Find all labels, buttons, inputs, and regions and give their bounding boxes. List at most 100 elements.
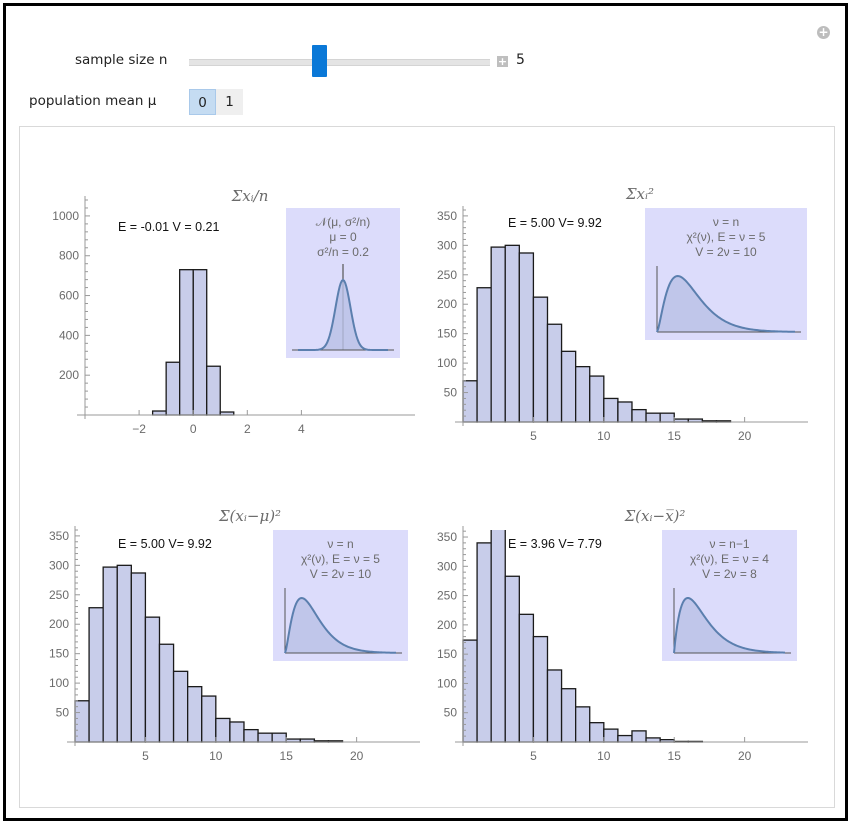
y-tick-label: 300 xyxy=(437,559,457,573)
histogram-bar xyxy=(631,730,647,743)
y-tick-label: 400 xyxy=(59,328,79,342)
histogram-bar xyxy=(151,410,167,416)
y-tick-label: 600 xyxy=(59,289,79,303)
histogram-bar xyxy=(645,412,661,423)
y-tick-label: 250 xyxy=(49,588,69,602)
y-tick-label: 1000 xyxy=(52,209,79,223)
y-tick-label: 50 xyxy=(444,386,458,400)
histogram-grid: 200 400 600 800 1000 −2 0 2 4 Σxᵢ/n E = -0.01 V = … xyxy=(49,185,808,763)
distribution-inset: ν = nχ²(ν), E = ν = 5V = 2ν = 10 xyxy=(645,208,807,340)
histogram-bar xyxy=(546,323,563,423)
y-tick-label: 200 xyxy=(437,297,457,311)
histogram-bar xyxy=(257,732,273,743)
plot-title: Σ(xᵢ−μ)² xyxy=(218,507,281,525)
inset-formula-line: 𝒩(μ, σ²/n) xyxy=(316,215,370,229)
y-tick-label: 350 xyxy=(49,529,69,543)
y-tick-label: 100 xyxy=(49,676,69,690)
histogram-plot-3: 50 100 150 200 250 300 350 5 10 15 20 Σ(xᵢ−μ)² E = 5… xyxy=(49,507,420,763)
histogram-bar xyxy=(476,287,492,423)
y-tick-label: 150 xyxy=(437,327,457,341)
histogram-bar xyxy=(192,269,208,416)
inset-formula-line: μ = 0 xyxy=(329,230,357,244)
y-tick-label: 200 xyxy=(49,617,69,631)
histogram-bar xyxy=(575,365,591,423)
x-tick-label: 15 xyxy=(668,749,682,763)
inset-formula-line: χ²(ν), E = ν = 4 xyxy=(690,552,769,566)
y-tick-label: 250 xyxy=(437,268,457,282)
y-tick-label: 200 xyxy=(437,618,457,632)
histogram-bar xyxy=(165,361,181,416)
histogram-bar xyxy=(546,669,563,743)
x-tick-label: −2 xyxy=(132,422,146,436)
x-tick-label: 10 xyxy=(597,429,611,443)
histogram-bar xyxy=(518,252,535,423)
histogram-bar xyxy=(490,246,506,423)
histogram-bar xyxy=(603,728,619,743)
plot-stats: E = 3.96 V= 7.79 xyxy=(508,537,602,551)
histogram-bar xyxy=(560,688,577,743)
x-tick-label: 20 xyxy=(738,429,752,443)
histogram-bar xyxy=(116,564,132,743)
y-tick-label: 350 xyxy=(437,530,457,544)
y-tick-label: 150 xyxy=(49,647,69,661)
histogram-bar xyxy=(130,572,147,743)
x-tick-label: 10 xyxy=(597,749,611,763)
x-tick-label: 5 xyxy=(530,749,537,763)
histogram-bar xyxy=(243,728,259,743)
inset-formula-line: V = 2ν = 10 xyxy=(310,567,372,581)
y-tick-label: 350 xyxy=(437,209,457,223)
histogram-bar xyxy=(603,397,619,423)
histogram-bar xyxy=(518,613,535,743)
x-tick-label: 20 xyxy=(738,749,752,763)
histogram-bar xyxy=(532,296,549,423)
histogram-bar xyxy=(179,269,194,416)
histogram-bar xyxy=(215,717,231,743)
histogram-bar xyxy=(617,401,633,423)
histogram-bar xyxy=(158,643,175,743)
histogram-bar xyxy=(229,721,245,743)
histogram-bar xyxy=(102,566,118,743)
x-tick-label: 15 xyxy=(280,749,294,763)
distribution-inset: ν = n−1χ²(ν), E = ν = 4V = 2ν = 8 xyxy=(662,530,797,661)
y-tick-label: 200 xyxy=(59,368,79,382)
histogram-bar xyxy=(504,575,520,743)
plot-stats: E = -0.01 V = 0.21 xyxy=(118,220,220,234)
x-tick-label: 4 xyxy=(298,422,305,436)
histogram-bar xyxy=(271,732,287,743)
x-tick-label: 20 xyxy=(350,749,364,763)
histogram-bar xyxy=(172,670,189,743)
plot-title: Σ(xᵢ−x̅)² xyxy=(624,507,686,525)
plot-stats: E = 5.00 V= 9.92 xyxy=(118,537,212,551)
y-tick-label: 300 xyxy=(49,558,69,572)
inset-formula-line: χ²(ν), E = ν = 5 xyxy=(301,552,380,566)
plot-stats: E = 5.00 V= 9.92 xyxy=(508,216,602,230)
histogram-plot-2: 50 100 150 200 250 300 350 5 10 15 20 Σxᵢ² E = 5.00 … xyxy=(437,185,808,443)
y-tick-label: 250 xyxy=(437,589,457,603)
inset-formula-line: V = 2ν = 10 xyxy=(695,245,757,259)
histogram-bar xyxy=(504,244,520,423)
distribution-inset: ν = nχ²(ν), E = ν = 5V = 2ν = 10 xyxy=(273,530,408,661)
inset-formula-line: ν = n xyxy=(327,537,353,551)
x-tick-label: 2 xyxy=(244,422,251,436)
histogram-bar xyxy=(560,350,577,423)
x-tick-label: 5 xyxy=(530,429,537,443)
histogram-bar xyxy=(532,635,549,743)
histogram-bar xyxy=(462,639,478,743)
x-tick-label: 5 xyxy=(142,749,149,763)
y-tick-label: 50 xyxy=(56,706,70,720)
histogram-bar xyxy=(589,722,605,743)
histogram-bar xyxy=(575,706,591,743)
inset-formula-line: σ²/n = 0.2 xyxy=(317,245,369,259)
histogram-plot-4: 50 100 150 200 250 300 350 5 10 15 20 Σ(xᵢ−x̅)² E = … xyxy=(437,507,808,763)
x-tick-label: 15 xyxy=(668,429,682,443)
distribution-inset: 𝒩(μ, σ²/n)μ = 0σ²/n = 0.2 xyxy=(286,208,400,358)
histogram-bar xyxy=(187,685,203,743)
y-tick-label: 800 xyxy=(59,249,79,263)
histogram-bar xyxy=(476,542,492,743)
histogram-bar xyxy=(201,695,217,743)
histogram-bar xyxy=(206,365,221,416)
inset-formula-line: χ²(ν), E = ν = 5 xyxy=(687,230,766,244)
y-tick-label: 100 xyxy=(437,676,457,690)
histogram-bar xyxy=(645,737,661,743)
inset-formula-line: ν = n−1 xyxy=(709,537,749,551)
